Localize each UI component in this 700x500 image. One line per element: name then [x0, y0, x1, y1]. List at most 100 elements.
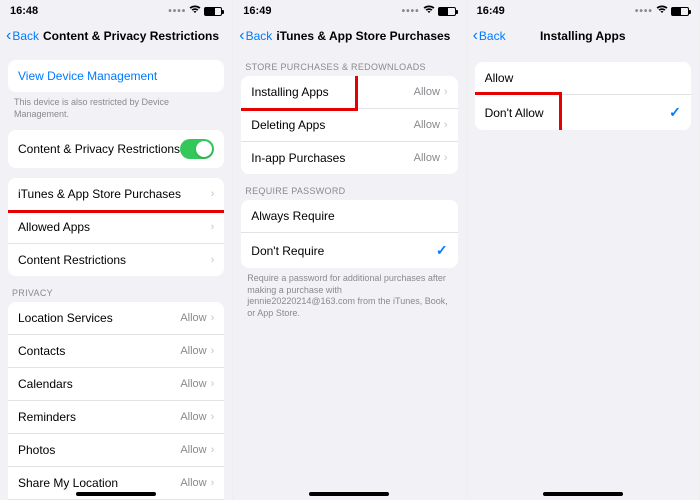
- row-label: Content Restrictions: [18, 253, 211, 267]
- row-value: Allow: [180, 345, 206, 357]
- chevron-right-icon: ›: [211, 411, 215, 423]
- back-button[interactable]: ‹ Back: [6, 28, 39, 44]
- status-icons: ••••: [635, 5, 689, 17]
- chevron-right-icon: ›: [211, 345, 215, 357]
- page-title: iTunes & App Store Purchases: [276, 29, 450, 43]
- page-title: Installing Apps: [540, 29, 626, 43]
- restrictions-toggle-row[interactable]: Content & Privacy Restrictions: [8, 130, 224, 168]
- deleting-apps-row[interactable]: Deleting Apps Allow ›: [241, 109, 457, 142]
- allow-option-row[interactable]: Allow: [475, 62, 691, 95]
- installing-options-group: Allow Don't Allow ✓: [475, 62, 691, 130]
- row-label: Allow: [485, 71, 681, 85]
- device-management-note: This device is also restricted by Device…: [0, 92, 232, 130]
- row-label: Share My Location: [18, 476, 180, 490]
- photos-row[interactable]: PhotosAllow ›: [8, 434, 224, 467]
- row-value: Allow: [180, 411, 206, 423]
- status-icons: ••••: [168, 5, 222, 17]
- cellular-icon: ••••: [635, 6, 653, 17]
- chevron-right-icon: ›: [211, 444, 215, 456]
- installing-apps-row[interactable]: Installing Apps Allow ›: [241, 76, 457, 109]
- wifi-icon: [423, 5, 435, 17]
- row-value: Allow: [180, 378, 206, 390]
- back-button[interactable]: ‹ Back: [239, 28, 272, 44]
- privacy-header: PRIVACY: [0, 276, 232, 302]
- row-value: Allow: [414, 152, 440, 164]
- toggle-label: Content & Privacy Restrictions: [18, 142, 180, 156]
- view-device-management-link[interactable]: View Device Management: [8, 60, 224, 92]
- chevron-right-icon: ›: [444, 86, 448, 98]
- back-label: Back: [12, 29, 39, 43]
- row-value: Allow: [414, 86, 440, 98]
- itunes-app-store-purchases-row[interactable]: iTunes & App Store Purchases ›: [8, 178, 224, 211]
- home-indicator[interactable]: [309, 492, 389, 496]
- chevron-left-icon: ‹: [239, 28, 244, 44]
- chevron-left-icon: ‹: [473, 28, 478, 44]
- dont-require-row[interactable]: Don't Require ✓: [241, 233, 457, 268]
- location-services-row[interactable]: Location ServicesAllow ›: [8, 302, 224, 335]
- allowed-apps-row[interactable]: Allowed Apps ›: [8, 211, 224, 244]
- cellular-icon: ••••: [168, 6, 186, 17]
- password-note: Require a password for additional purcha…: [233, 268, 465, 330]
- screen-store-purchases: 16:49 •••• ‹ Back iTunes & App Store Pur…: [233, 0, 466, 500]
- status-bar: 16:48 ••••: [0, 0, 232, 22]
- screen-installing-apps: 16:49 •••• ‹ Back Installing Apps Allow …: [467, 0, 700, 500]
- content-restrictions-row[interactable]: Content Restrictions ›: [8, 244, 224, 276]
- home-indicator[interactable]: [543, 492, 623, 496]
- toggle-switch-on[interactable]: [180, 139, 214, 159]
- row-value: Allow: [180, 444, 206, 456]
- nav-bar: ‹ Back Installing Apps: [467, 22, 699, 50]
- clock: 16:48: [10, 5, 38, 17]
- status-icons: ••••: [402, 5, 456, 17]
- row-label: Calendars: [18, 377, 180, 391]
- row-value: Allow: [414, 119, 440, 131]
- battery-icon: [204, 7, 222, 16]
- device-management-group: View Device Management: [8, 60, 224, 92]
- wifi-icon: [656, 5, 668, 17]
- nav-bar: ‹ Back Content & Privacy Restrictions: [0, 22, 232, 50]
- row-label: Allowed Apps: [18, 220, 211, 234]
- nav-bar: ‹ Back iTunes & App Store Purchases: [233, 22, 465, 50]
- row-label: Location Services: [18, 311, 180, 325]
- battery-icon: [671, 7, 689, 16]
- row-value: Allow: [180, 477, 206, 489]
- row-label: In-app Purchases: [251, 151, 413, 165]
- row-value: Allow: [180, 312, 206, 324]
- row-label: Photos: [18, 443, 180, 457]
- cellular-icon: ••••: [402, 6, 420, 17]
- row-label: Contacts: [18, 344, 180, 358]
- back-button[interactable]: ‹ Back: [473, 28, 506, 44]
- row-label: Don't Allow: [485, 106, 670, 120]
- chevron-right-icon: ›: [211, 477, 215, 489]
- home-indicator[interactable]: [76, 492, 156, 496]
- row-label: iTunes & App Store Purchases: [18, 187, 211, 201]
- checkmark-icon: ✓: [436, 242, 448, 259]
- chevron-right-icon: ›: [211, 378, 215, 390]
- chevron-right-icon: ›: [444, 152, 448, 164]
- store-purchases-group: Installing Apps Allow › Deleting Apps Al…: [241, 76, 457, 174]
- chevron-right-icon: ›: [211, 254, 215, 266]
- chevron-right-icon: ›: [444, 119, 448, 131]
- back-label: Back: [246, 29, 273, 43]
- status-bar: 16:49 ••••: [467, 0, 699, 22]
- chevron-right-icon: ›: [211, 221, 215, 233]
- checkmark-icon: ✓: [669, 104, 681, 121]
- row-label: Installing Apps: [251, 85, 413, 99]
- contacts-row[interactable]: ContactsAllow ›: [8, 335, 224, 368]
- row-label: Always Require: [251, 209, 447, 223]
- chevron-right-icon: ›: [211, 188, 215, 200]
- privacy-group: Location ServicesAllow› ContactsAllow› C…: [8, 302, 224, 500]
- page-title: Content & Privacy Restrictions: [43, 29, 219, 43]
- always-require-row[interactable]: Always Require: [241, 200, 457, 233]
- calendars-row[interactable]: CalendarsAllow ›: [8, 368, 224, 401]
- reminders-row[interactable]: RemindersAllow ›: [8, 401, 224, 434]
- purchases-group: iTunes & App Store Purchases › Allowed A…: [8, 178, 224, 276]
- restrictions-toggle-group: Content & Privacy Restrictions: [8, 130, 224, 168]
- status-bar: 16:49 ••••: [233, 0, 465, 22]
- row-label: Reminders: [18, 410, 180, 424]
- in-app-purchases-row[interactable]: In-app Purchases Allow ›: [241, 142, 457, 174]
- chevron-left-icon: ‹: [6, 28, 11, 44]
- dont-allow-option-row[interactable]: Don't Allow ✓: [475, 95, 691, 130]
- battery-icon: [438, 7, 456, 16]
- chevron-right-icon: ›: [211, 312, 215, 324]
- row-label: Deleting Apps: [251, 118, 413, 132]
